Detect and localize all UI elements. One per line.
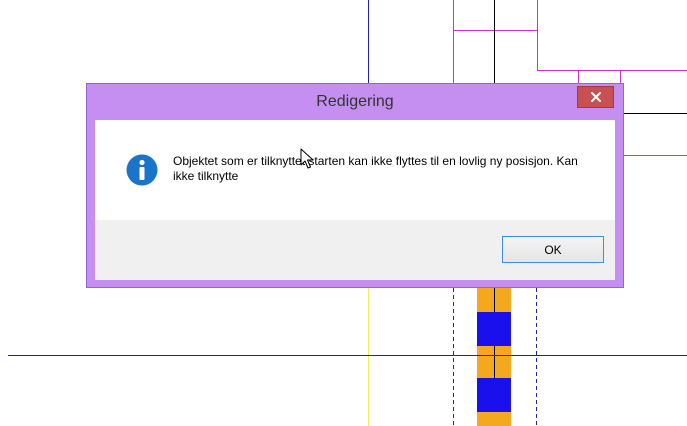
road-segment	[477, 378, 511, 412]
dialog-message: Objektet som er tilknyttet starten kan i…	[173, 154, 578, 183]
dialog-titlebar[interactable]: Redigering	[87, 84, 623, 120]
dialog-client-area: Objektet som er tilknyttet starten kan i…	[95, 120, 615, 280]
ok-button[interactable]: OK	[502, 236, 604, 263]
message-area: Objektet som er tilknyttet starten kan i…	[95, 120, 615, 220]
road-segment	[477, 312, 511, 346]
info-icon	[126, 154, 158, 186]
close-icon	[590, 92, 601, 102]
dialog-title: Redigering	[316, 93, 394, 110]
close-button[interactable]	[577, 86, 614, 108]
message-dialog: Redigering Objektet som er tilknyttet st…	[86, 83, 624, 288]
button-area: OK	[95, 220, 615, 280]
